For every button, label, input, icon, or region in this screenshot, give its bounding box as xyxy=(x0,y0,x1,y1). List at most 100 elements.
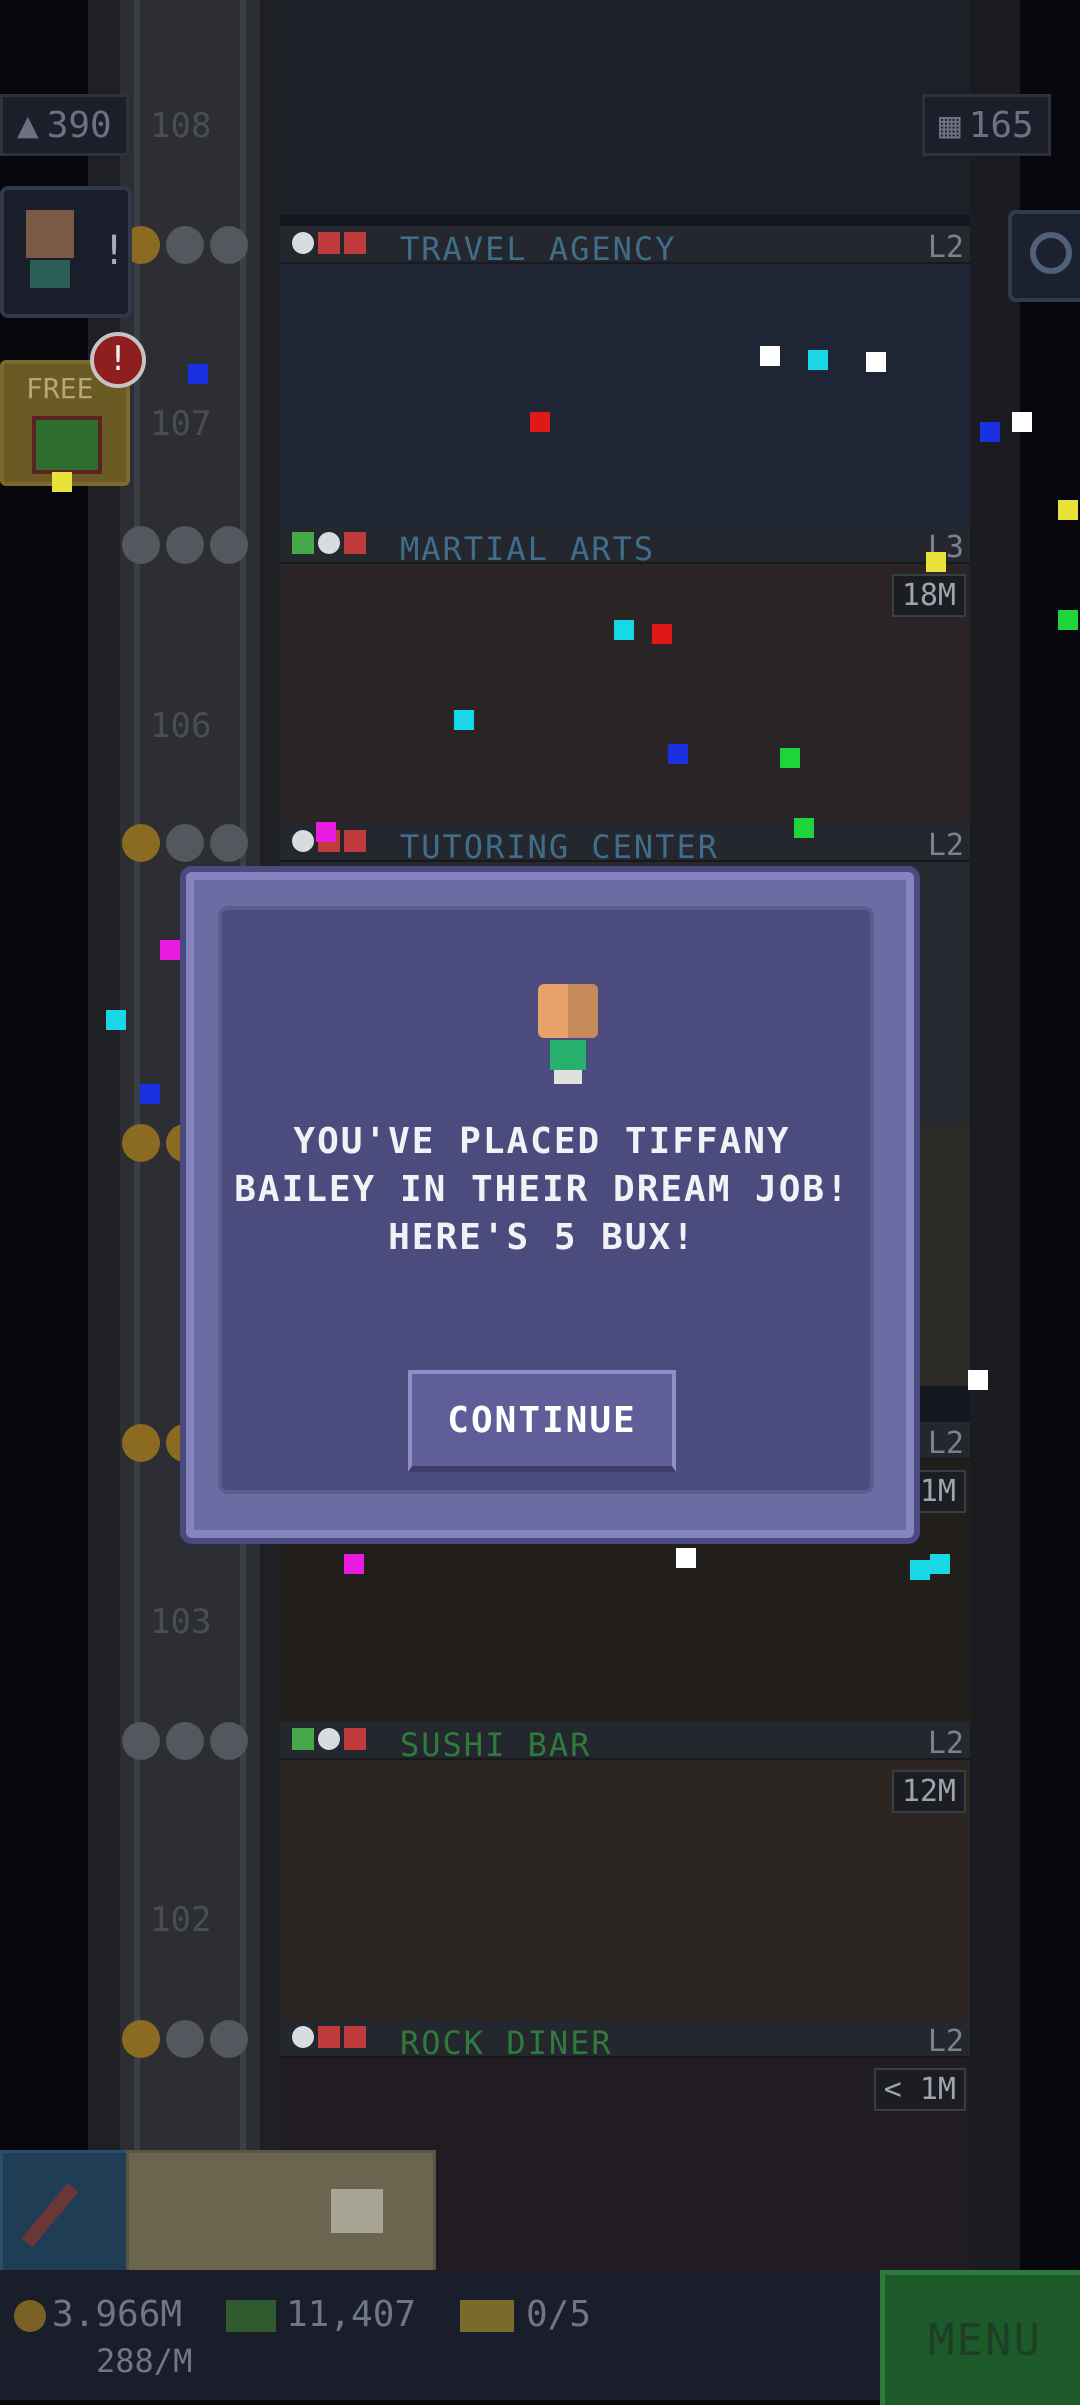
coins-rate: 288/M xyxy=(96,2342,193,2380)
floor-room xyxy=(280,0,970,215)
floor-sushi-bar[interactable]: SUSHI BAR L2 12M xyxy=(280,1722,970,2022)
confetti-piece xyxy=(454,710,474,730)
confetti-piece xyxy=(344,1554,364,1574)
confetti-piece xyxy=(1058,610,1078,630)
bux-display: 11,407 xyxy=(226,2294,416,2335)
population-value: 390 xyxy=(46,104,112,146)
coins-value: 3.966M xyxy=(52,2294,183,2335)
floor-108[interactable] xyxy=(280,0,970,220)
floor-stars xyxy=(122,1722,248,1760)
game-screen: 108 TRAVEL AGENCY L2 107 MARTIAL ARTS L3… xyxy=(0,0,1080,2405)
search-button[interactable] xyxy=(1008,210,1080,302)
dialog-message-line: BAILEY IN THEIR DREAM JOB! xyxy=(234,1169,850,1210)
income-tag: 18M xyxy=(891,574,966,617)
floor-stars xyxy=(122,226,248,264)
floor-stars xyxy=(122,824,248,862)
box-icon xyxy=(331,2189,383,2233)
floor-number: 106 xyxy=(150,706,212,746)
x-icon xyxy=(318,232,340,254)
floor-name: ROCK DINER xyxy=(400,2024,613,2062)
inventory-tray[interactable] xyxy=(126,2150,436,2276)
confetti-piece xyxy=(614,620,634,640)
floor-status-icons xyxy=(292,532,366,554)
tower-right-rail xyxy=(970,0,1020,2270)
star-icon xyxy=(122,1124,160,1162)
floor-name: SUSHI BAR xyxy=(400,1726,592,1764)
income-tag: < 1M xyxy=(873,2068,966,2111)
income-tag: 12M xyxy=(891,1770,966,1813)
floor-number: 103 xyxy=(150,1602,212,1642)
floor-header: ROCK DINER L2 xyxy=(280,2020,970,2062)
star-icon xyxy=(122,2020,160,2058)
confetti-piece xyxy=(910,1560,930,1580)
avatar-hair xyxy=(568,984,598,1038)
floor-status-icons xyxy=(292,232,366,254)
tiffany-bailey-avatar xyxy=(538,984,598,1094)
floor-level: L2 xyxy=(927,1726,964,1761)
building-icon: ▦ xyxy=(939,104,961,146)
dialog-message-line: HERE'S 5 BUX! xyxy=(388,1217,696,1258)
confetti-piece xyxy=(930,1554,950,1574)
floor-level: L2 xyxy=(927,2024,964,2059)
check-icon xyxy=(292,532,314,554)
star-icon xyxy=(122,824,160,862)
star-icon xyxy=(122,1424,160,1462)
x-icon xyxy=(344,2026,366,2048)
avatar-torso xyxy=(550,1040,586,1070)
free-label: FREE xyxy=(26,372,94,405)
x-icon xyxy=(344,830,366,852)
floor-number: 108 xyxy=(150,106,212,146)
coins-display: 3.966M xyxy=(14,2294,182,2335)
confetti-piece xyxy=(140,1084,160,1104)
floor-status-icons xyxy=(292,1728,366,1750)
star-icon xyxy=(166,2020,204,2058)
confetti-piece xyxy=(188,364,208,384)
x-icon xyxy=(344,1728,366,1750)
continue-button[interactable]: CONTINUE xyxy=(408,1370,676,1472)
confetti-piece xyxy=(780,748,800,768)
star-icon xyxy=(166,824,204,862)
star-icon xyxy=(166,526,204,564)
star-icon xyxy=(210,2020,248,2058)
confetti-piece xyxy=(1058,500,1078,520)
bitizen-notification-button[interactable]: ! xyxy=(0,186,132,318)
income-tag: 1M xyxy=(909,1470,966,1513)
floor-room xyxy=(280,1760,970,2022)
star-icon xyxy=(210,526,248,564)
floors-counter[interactable]: ▦ 165 xyxy=(922,94,1051,156)
floor-name: MARTIAL ARTS xyxy=(400,530,656,568)
floor-name: TRAVEL AGENCY xyxy=(400,230,677,268)
shaft-rail-left xyxy=(134,0,140,2150)
x-icon xyxy=(344,532,366,554)
floor-header: SUSHI BAR L2 xyxy=(280,1722,970,1764)
floor-level: L2 xyxy=(927,828,964,863)
population-counter[interactable]: ▲ 390 xyxy=(0,94,129,156)
x-icon xyxy=(344,232,366,254)
confetti-piece xyxy=(668,744,688,764)
floor-level: L2 xyxy=(927,230,964,265)
confetti-piece xyxy=(926,552,946,572)
clock-icon xyxy=(318,1728,340,1750)
floor-martial-arts[interactable]: MARTIAL ARTS L3 18M xyxy=(280,526,970,826)
floor-header: TRAVEL AGENCY L2 xyxy=(280,226,970,268)
floor-travel-agency[interactable]: TRAVEL AGENCY L2 xyxy=(280,226,970,526)
coin-icon xyxy=(14,2300,46,2332)
confetti-piece xyxy=(980,422,1000,442)
build-button[interactable] xyxy=(0,2150,130,2276)
confetti-piece xyxy=(794,818,814,838)
confetti-piece xyxy=(866,352,886,372)
bitizen-body xyxy=(30,260,70,288)
floor-room xyxy=(280,264,970,526)
star-icon xyxy=(166,1722,204,1760)
menu-button[interactable]: MENU xyxy=(880,2270,1080,2405)
floor-room xyxy=(280,564,970,826)
floor-level: L2 xyxy=(927,1426,964,1461)
dialog-message-line: YOU'VE PLACED TIFFANY xyxy=(293,1121,791,1162)
avatar-legs xyxy=(554,1070,582,1084)
clock-icon xyxy=(292,232,314,254)
confetti-piece xyxy=(760,346,780,366)
gift-icon xyxy=(32,416,102,474)
confetti-piece xyxy=(316,822,336,842)
confetti-piece xyxy=(652,624,672,644)
star-icon xyxy=(122,526,160,564)
